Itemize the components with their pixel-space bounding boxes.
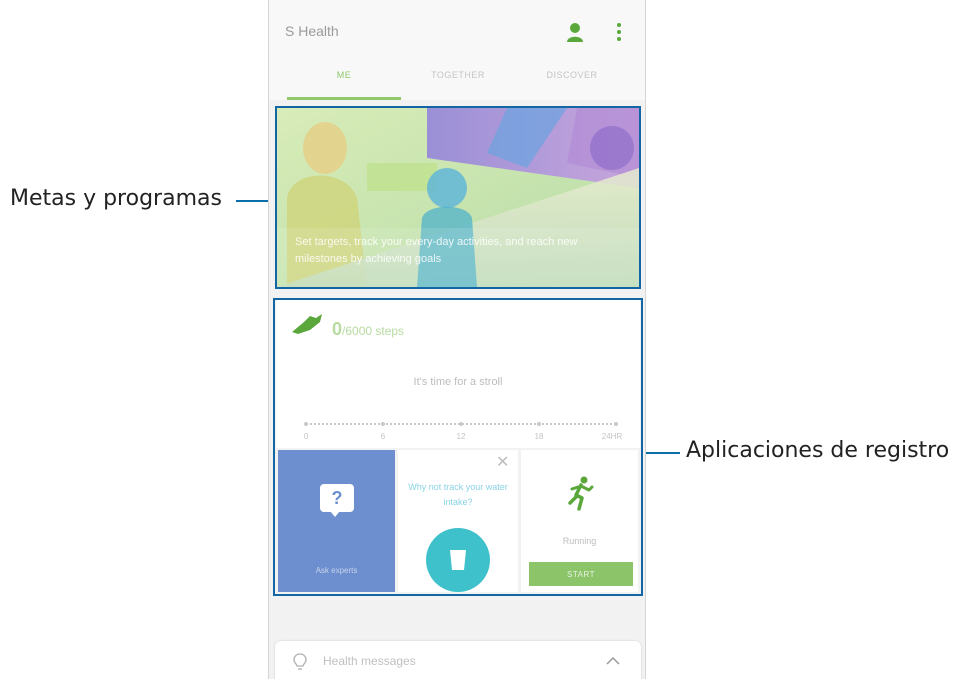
goals-annotation: Metas y programas: [10, 186, 222, 211]
trackers-annotation: Aplicaciones de registro: [686, 438, 950, 463]
tab-me[interactable]: ME: [287, 62, 401, 100]
tab-discover[interactable]: DISCOVER: [515, 62, 629, 100]
chevron-up-icon[interactable]: [605, 654, 621, 672]
health-messages-card[interactable]: Health messages: [275, 641, 641, 679]
app-title: S Health: [285, 23, 339, 39]
goals-highlight-box: [275, 106, 641, 289]
app-header: S Health ME TOGETHER DISCOVER: [269, 0, 645, 100]
more-options-icon[interactable]: [609, 20, 629, 44]
trackers-highlight-box: [273, 298, 643, 596]
profile-icon[interactable]: [565, 20, 585, 44]
tab-bar: ME TOGETHER DISCOVER: [269, 62, 645, 100]
phone-screen: S Health ME TOGETHER DISCOVER Set target…: [268, 0, 646, 679]
lightbulb-icon: [293, 653, 307, 676]
trackers-annotation-line: [646, 452, 680, 454]
active-tab-indicator: [287, 97, 401, 100]
tab-together[interactable]: TOGETHER: [401, 62, 515, 100]
health-messages-label: Health messages: [323, 654, 416, 668]
goals-annotation-line: [236, 200, 270, 202]
